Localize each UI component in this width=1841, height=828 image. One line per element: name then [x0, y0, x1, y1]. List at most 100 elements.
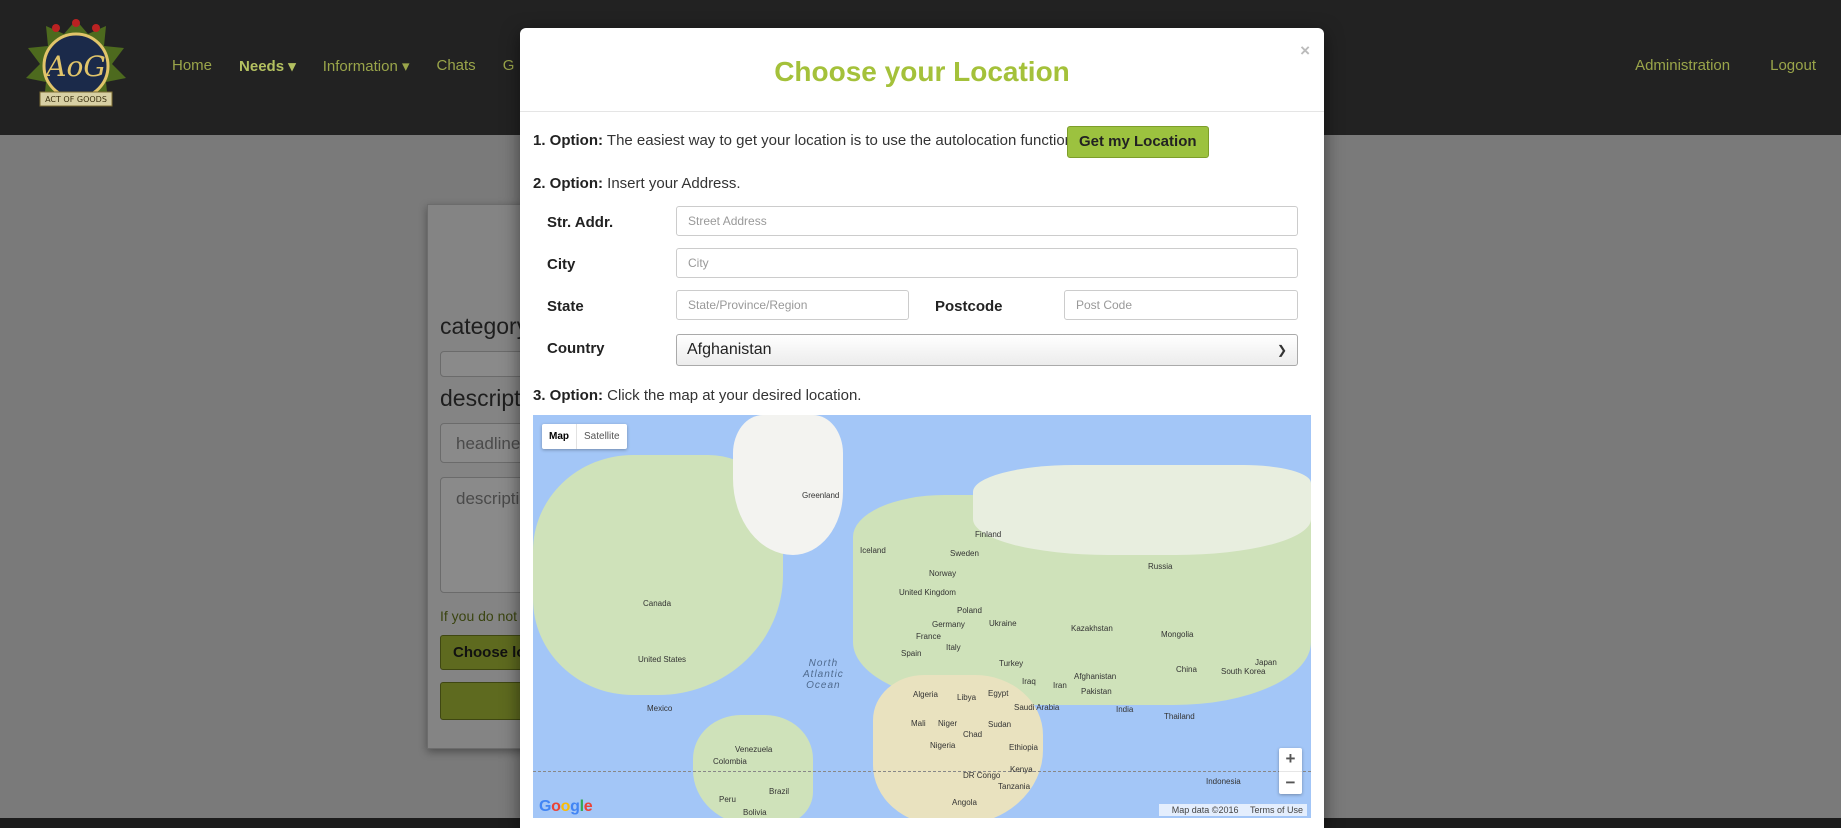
- terms-of-use-link[interactable]: Terms of Use: [1250, 805, 1303, 815]
- map-label: Germany: [932, 620, 965, 629]
- map-label: Japan: [1255, 658, 1277, 667]
- postcode-label: Postcode: [935, 298, 1003, 315]
- country-label: Country: [547, 340, 605, 357]
- map-label: Chad: [963, 730, 983, 739]
- map-label: China: [1176, 665, 1197, 674]
- zoom-out-button[interactable]: −: [1279, 771, 1302, 794]
- map-label: Bolivia: [743, 808, 767, 817]
- map-label: Mexico: [647, 704, 673, 713]
- logo-text: AoG: [43, 50, 105, 83]
- country-select-value: Afghanistan: [687, 341, 772, 358]
- location-modal: Choose your Location × 1. Option: The ea…: [520, 28, 1324, 828]
- map-label: Spain: [901, 649, 922, 658]
- map-label: Turkey: [999, 659, 1024, 668]
- nav-needs-label: Needs: [239, 58, 285, 75]
- map-label: Poland: [957, 606, 982, 615]
- caret-down-icon: ▾: [401, 58, 410, 75]
- map-label: South Korea: [1221, 667, 1266, 676]
- logo-banner: ACT OF GOODS: [45, 95, 107, 104]
- map-label: Mongolia: [1161, 630, 1194, 639]
- map-type-control: Map Satellite: [542, 424, 627, 449]
- map-type-satellite-button[interactable]: Satellite: [577, 424, 627, 449]
- postcode-input[interactable]: [1064, 290, 1298, 320]
- map-label: Peru: [719, 795, 736, 804]
- option3-text: Click the map at your desired location.: [607, 387, 862, 404]
- modal-header: Choose your Location ×: [520, 28, 1324, 112]
- map-label: Sweden: [950, 549, 979, 558]
- map-data-text: Map data ©2016: [1171, 805, 1239, 815]
- map-label: United States: [638, 655, 687, 664]
- map-label: Sudan: [988, 720, 1012, 729]
- nav-administration[interactable]: Administration: [1635, 57, 1730, 74]
- street-address-input[interactable]: [676, 206, 1298, 236]
- street-label: Str. Addr.: [547, 214, 614, 231]
- map-label: Venezuela: [735, 745, 773, 754]
- map-label: Russia: [1148, 562, 1173, 571]
- map-label: Iceland: [860, 546, 886, 555]
- chevron-down-icon: ❯: [1276, 343, 1287, 357]
- map-label: Pakistan: [1081, 687, 1112, 696]
- option3-label: 3. Option:: [533, 387, 603, 404]
- city-input[interactable]: [676, 248, 1298, 278]
- map-label: Italy: [946, 643, 961, 652]
- close-icon[interactable]: ×: [1300, 41, 1310, 61]
- nav-chats[interactable]: Chats: [437, 57, 476, 75]
- map-label: Finland: [975, 530, 1002, 539]
- nav-right: Administration Logout: [1595, 57, 1816, 74]
- map-label: Iraq: [1022, 677, 1036, 686]
- map-label: United Kingdom: [899, 588, 956, 597]
- zoom-control: + −: [1279, 748, 1302, 794]
- location-map[interactable]: Map Satellite North Atlantic Ocean Greenla…: [533, 415, 1311, 818]
- nav-partial[interactable]: G: [503, 57, 515, 75]
- option2-text: Insert your Address.: [607, 175, 741, 192]
- city-label: City: [547, 256, 576, 273]
- map-label: Angola: [952, 798, 977, 807]
- act-of-goods-logo[interactable]: AoG ACT OF GOODS: [16, 16, 136, 116]
- nav-logout[interactable]: Logout: [1770, 57, 1816, 74]
- map-label: Colombia: [713, 757, 747, 766]
- option1-label: 1. Option:: [533, 132, 603, 149]
- nav-home[interactable]: Home: [172, 57, 212, 75]
- google-logo: Google: [539, 798, 593, 815]
- map-label: DR Congo: [963, 771, 1001, 780]
- map-label: Libya: [957, 693, 977, 702]
- nav-information[interactable]: Information ▾: [323, 57, 410, 75]
- option2-label: 2. Option:: [533, 175, 603, 192]
- state-input[interactable]: [676, 290, 909, 320]
- map-label: Ethiopia: [1009, 743, 1038, 752]
- ocean-label: North Atlantic Ocean: [803, 658, 844, 691]
- category-heading: category: [440, 313, 529, 339]
- map-label: Mali: [911, 719, 926, 728]
- state-label: State: [547, 298, 584, 315]
- map-label: Niger: [938, 719, 958, 728]
- map-label: India: [1116, 705, 1134, 714]
- country-select[interactable]: Afghanistan ❯: [676, 334, 1298, 366]
- map-label: Greenland: [802, 491, 840, 500]
- map-label: Indonesia: [1206, 777, 1241, 786]
- map-label: Thailand: [1164, 712, 1195, 721]
- equator-line: [533, 771, 1311, 772]
- description-placeholder: descriptic: [456, 489, 528, 508]
- map-label: Iran: [1053, 681, 1067, 690]
- map-label: Kazakhstan: [1071, 624, 1113, 633]
- option2-line: 2. Option: Insert your Address.: [533, 175, 741, 192]
- map-label: Brazil: [769, 787, 790, 796]
- option1-line: 1. Option: The easiest way to get your l…: [533, 132, 1077, 149]
- get-my-location-button[interactable]: Get my Location: [1067, 126, 1209, 158]
- zoom-in-button[interactable]: +: [1279, 748, 1302, 771]
- map-label: Algeria: [913, 690, 938, 699]
- caret-down-icon: ▾: [288, 58, 296, 75]
- map-label: Canada: [643, 599, 672, 608]
- option1-text: The easiest way to get your location is …: [606, 132, 1078, 149]
- map-label: France: [916, 632, 941, 641]
- siberia-land: [973, 465, 1311, 555]
- modal-title: Choose your Location: [774, 56, 1070, 87]
- map-label: Kenya: [1010, 765, 1033, 774]
- nav-information-label: Information: [322, 58, 398, 75]
- south-america-land: [693, 715, 813, 818]
- map-label: Ukraine: [989, 619, 1017, 628]
- map-type-map-button[interactable]: Map: [542, 424, 577, 449]
- hint-text: If you do not: [440, 608, 518, 624]
- description-heading: descript: [440, 385, 521, 411]
- nav-needs[interactable]: Needs ▾: [239, 57, 296, 75]
